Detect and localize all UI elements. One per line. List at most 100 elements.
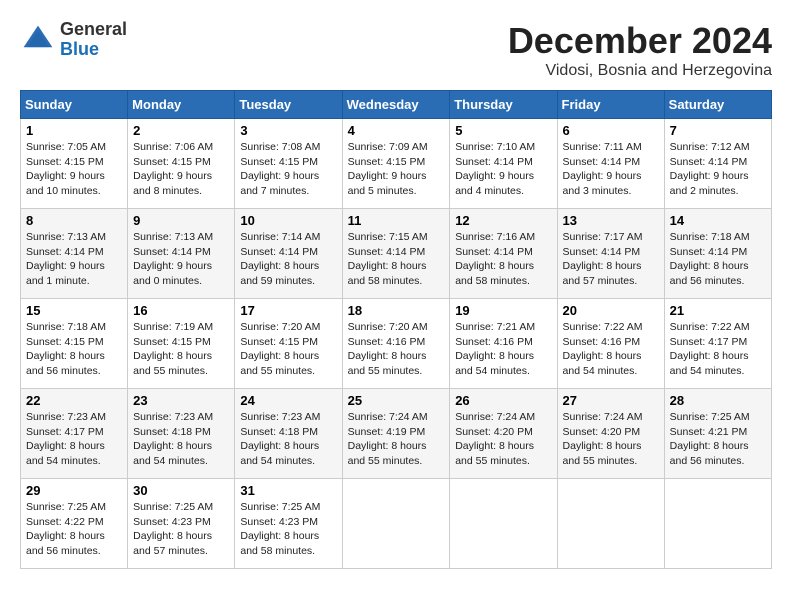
day-info: Sunrise: 7:22 AMSunset: 4:16 PMDaylight:… bbox=[563, 320, 659, 379]
calendar-cell: 14 Sunrise: 7:18 AMSunset: 4:14 PMDayligh… bbox=[664, 209, 771, 299]
day-number: 14 bbox=[670, 213, 766, 228]
day-number: 19 bbox=[455, 303, 551, 318]
calendar-cell: 16 Sunrise: 7:19 AMSunset: 4:15 PMDayligh… bbox=[128, 299, 235, 389]
calendar-cell: 22 Sunrise: 7:23 AMSunset: 4:17 PMDayligh… bbox=[21, 389, 128, 479]
day-number: 25 bbox=[348, 393, 445, 408]
calendar-cell bbox=[664, 479, 771, 569]
day-number: 15 bbox=[26, 303, 122, 318]
logo-blue-text: Blue bbox=[60, 39, 99, 59]
calendar-week-row: 15Sunrise: 7:18 AMSunset: 4:15 PMDayligh… bbox=[21, 299, 772, 389]
day-number: 29 bbox=[26, 483, 122, 498]
calendar-cell: 20 Sunrise: 7:22 AMSunset: 4:16 PMDayligh… bbox=[557, 299, 664, 389]
day-info: Sunrise: 7:12 AMSunset: 4:14 PMDaylight:… bbox=[670, 140, 766, 199]
day-number: 7 bbox=[670, 123, 766, 138]
day-number: 16 bbox=[133, 303, 229, 318]
day-number: 10 bbox=[240, 213, 336, 228]
calendar-cell: 11 Sunrise: 7:15 AMSunset: 4:14 PMDayligh… bbox=[342, 209, 450, 299]
calendar-header-thursday: Thursday bbox=[450, 91, 557, 119]
day-info: Sunrise: 7:22 AMSunset: 4:17 PMDaylight:… bbox=[670, 320, 766, 379]
day-info: Sunrise: 7:25 AMSunset: 4:23 PMDaylight:… bbox=[240, 500, 336, 559]
day-info: Sunrise: 7:25 AMSunset: 4:21 PMDaylight:… bbox=[670, 410, 766, 469]
day-info: Sunrise: 7:20 AMSunset: 4:15 PMDaylight:… bbox=[240, 320, 336, 379]
day-number: 26 bbox=[455, 393, 551, 408]
day-number: 20 bbox=[563, 303, 659, 318]
day-number: 27 bbox=[563, 393, 659, 408]
day-number: 2 bbox=[133, 123, 229, 138]
day-number: 31 bbox=[240, 483, 336, 498]
calendar-cell bbox=[342, 479, 450, 569]
day-info: Sunrise: 7:13 AMSunset: 4:14 PMDaylight:… bbox=[26, 230, 122, 289]
day-info: Sunrise: 7:24 AMSunset: 4:19 PMDaylight:… bbox=[348, 410, 445, 469]
day-number: 6 bbox=[563, 123, 659, 138]
day-info: Sunrise: 7:10 AMSunset: 4:14 PMDaylight:… bbox=[455, 140, 551, 199]
calendar-table: SundayMondayTuesdayWednesdayThursdayFrid… bbox=[20, 90, 772, 569]
calendar-cell bbox=[450, 479, 557, 569]
calendar-header-monday: Monday bbox=[128, 91, 235, 119]
calendar-header-wednesday: Wednesday bbox=[342, 91, 450, 119]
day-info: Sunrise: 7:20 AMSunset: 4:16 PMDaylight:… bbox=[348, 320, 445, 379]
day-info: Sunrise: 7:17 AMSunset: 4:14 PMDaylight:… bbox=[563, 230, 659, 289]
day-info: Sunrise: 7:14 AMSunset: 4:14 PMDaylight:… bbox=[240, 230, 336, 289]
calendar-week-row: 29 Sunrise: 7:25 AMSunset: 4:22 PMDayligh… bbox=[21, 479, 772, 569]
calendar-cell: 24Sunrise: 7:23 AMSunset: 4:18 PMDayligh… bbox=[235, 389, 342, 479]
logo-icon bbox=[20, 22, 56, 58]
day-number: 9 bbox=[133, 213, 229, 228]
calendar-header-sunday: Sunday bbox=[21, 91, 128, 119]
calendar-cell: 9Sunrise: 7:13 AMSunset: 4:14 PMDaylight… bbox=[128, 209, 235, 299]
calendar-cell: 23Sunrise: 7:23 AMSunset: 4:18 PMDayligh… bbox=[128, 389, 235, 479]
calendar-week-row: 1Sunrise: 7:05 AMSunset: 4:15 PMDaylight… bbox=[21, 119, 772, 209]
calendar-cell: 6 Sunrise: 7:11 AMSunset: 4:14 PMDaylight… bbox=[557, 119, 664, 209]
calendar-cell: 26Sunrise: 7:24 AMSunset: 4:20 PMDayligh… bbox=[450, 389, 557, 479]
day-info: Sunrise: 7:15 AMSunset: 4:14 PMDaylight:… bbox=[348, 230, 445, 289]
day-info: Sunrise: 7:18 AMSunset: 4:14 PMDaylight:… bbox=[670, 230, 766, 289]
calendar-cell: 5 Sunrise: 7:10 AMSunset: 4:14 PMDaylight… bbox=[450, 119, 557, 209]
day-info: Sunrise: 7:25 AMSunset: 4:23 PMDaylight:… bbox=[133, 500, 229, 559]
calendar-cell: 27Sunrise: 7:24 AMSunset: 4:20 PMDayligh… bbox=[557, 389, 664, 479]
calendar-cell: 15Sunrise: 7:18 AMSunset: 4:15 PMDayligh… bbox=[21, 299, 128, 389]
calendar-header-row: SundayMondayTuesdayWednesdayThursdayFrid… bbox=[21, 91, 772, 119]
day-number: 22 bbox=[26, 393, 122, 408]
calendar-cell: 7 Sunrise: 7:12 AMSunset: 4:14 PMDaylight… bbox=[664, 119, 771, 209]
calendar-cell: 8 Sunrise: 7:13 AMSunset: 4:14 PMDaylight… bbox=[21, 209, 128, 299]
calendar-cell: 13 Sunrise: 7:17 AMSunset: 4:14 PMDayligh… bbox=[557, 209, 664, 299]
day-number: 12 bbox=[455, 213, 551, 228]
day-info: Sunrise: 7:23 AMSunset: 4:18 PMDaylight:… bbox=[240, 410, 336, 469]
page-header: General Blue December 2024 Vidosi, Bosni… bbox=[20, 20, 772, 80]
calendar-cell: 25 Sunrise: 7:24 AMSunset: 4:19 PMDayligh… bbox=[342, 389, 450, 479]
calendar-body: 1Sunrise: 7:05 AMSunset: 4:15 PMDaylight… bbox=[21, 119, 772, 569]
page-title: December 2024 bbox=[508, 20, 772, 62]
calendar-cell: 18Sunrise: 7:20 AMSunset: 4:16 PMDayligh… bbox=[342, 299, 450, 389]
page-subtitle: Vidosi, Bosnia and Herzegovina bbox=[508, 62, 772, 80]
calendar-header-tuesday: Tuesday bbox=[235, 91, 342, 119]
day-info: Sunrise: 7:19 AMSunset: 4:15 PMDaylight:… bbox=[133, 320, 229, 379]
day-number: 5 bbox=[455, 123, 551, 138]
day-info: Sunrise: 7:21 AMSunset: 4:16 PMDaylight:… bbox=[455, 320, 551, 379]
day-number: 17 bbox=[240, 303, 336, 318]
calendar-week-row: 22 Sunrise: 7:23 AMSunset: 4:17 PMDayligh… bbox=[21, 389, 772, 479]
title-block: December 2024 Vidosi, Bosnia and Herzego… bbox=[508, 20, 772, 80]
day-number: 28 bbox=[670, 393, 766, 408]
calendar-cell: 30 Sunrise: 7:25 AMSunset: 4:23 PMDayligh… bbox=[128, 479, 235, 569]
calendar-cell: 1Sunrise: 7:05 AMSunset: 4:15 PMDaylight… bbox=[21, 119, 128, 209]
calendar-header-saturday: Saturday bbox=[664, 91, 771, 119]
day-number: 13 bbox=[563, 213, 659, 228]
day-info: Sunrise: 7:23 AMSunset: 4:17 PMDaylight:… bbox=[26, 410, 122, 469]
day-number: 8 bbox=[26, 213, 122, 228]
day-number: 1 bbox=[26, 123, 122, 138]
calendar-cell: 28 Sunrise: 7:25 AMSunset: 4:21 PMDayligh… bbox=[664, 389, 771, 479]
calendar-cell bbox=[557, 479, 664, 569]
calendar-week-row: 8 Sunrise: 7:13 AMSunset: 4:14 PMDaylight… bbox=[21, 209, 772, 299]
day-info: Sunrise: 7:09 AMSunset: 4:15 PMDaylight:… bbox=[348, 140, 445, 199]
calendar-cell: 21Sunrise: 7:22 AMSunset: 4:17 PMDayligh… bbox=[664, 299, 771, 389]
calendar-header-friday: Friday bbox=[557, 91, 664, 119]
day-number: 11 bbox=[348, 213, 445, 228]
calendar-cell: 31 Sunrise: 7:25 AMSunset: 4:23 PMDayligh… bbox=[235, 479, 342, 569]
calendar-cell: 10 Sunrise: 7:14 AMSunset: 4:14 PMDayligh… bbox=[235, 209, 342, 299]
calendar-cell: 2Sunrise: 7:06 AMSunset: 4:15 PMDaylight… bbox=[128, 119, 235, 209]
day-number: 30 bbox=[133, 483, 229, 498]
day-info: Sunrise: 7:25 AMSunset: 4:22 PMDaylight:… bbox=[26, 500, 122, 559]
calendar-cell: 12Sunrise: 7:16 AMSunset: 4:14 PMDayligh… bbox=[450, 209, 557, 299]
day-info: Sunrise: 7:11 AMSunset: 4:14 PMDaylight:… bbox=[563, 140, 659, 199]
calendar-cell: 29 Sunrise: 7:25 AMSunset: 4:22 PMDayligh… bbox=[21, 479, 128, 569]
calendar-cell: 17 Sunrise: 7:20 AMSunset: 4:15 PMDayligh… bbox=[235, 299, 342, 389]
